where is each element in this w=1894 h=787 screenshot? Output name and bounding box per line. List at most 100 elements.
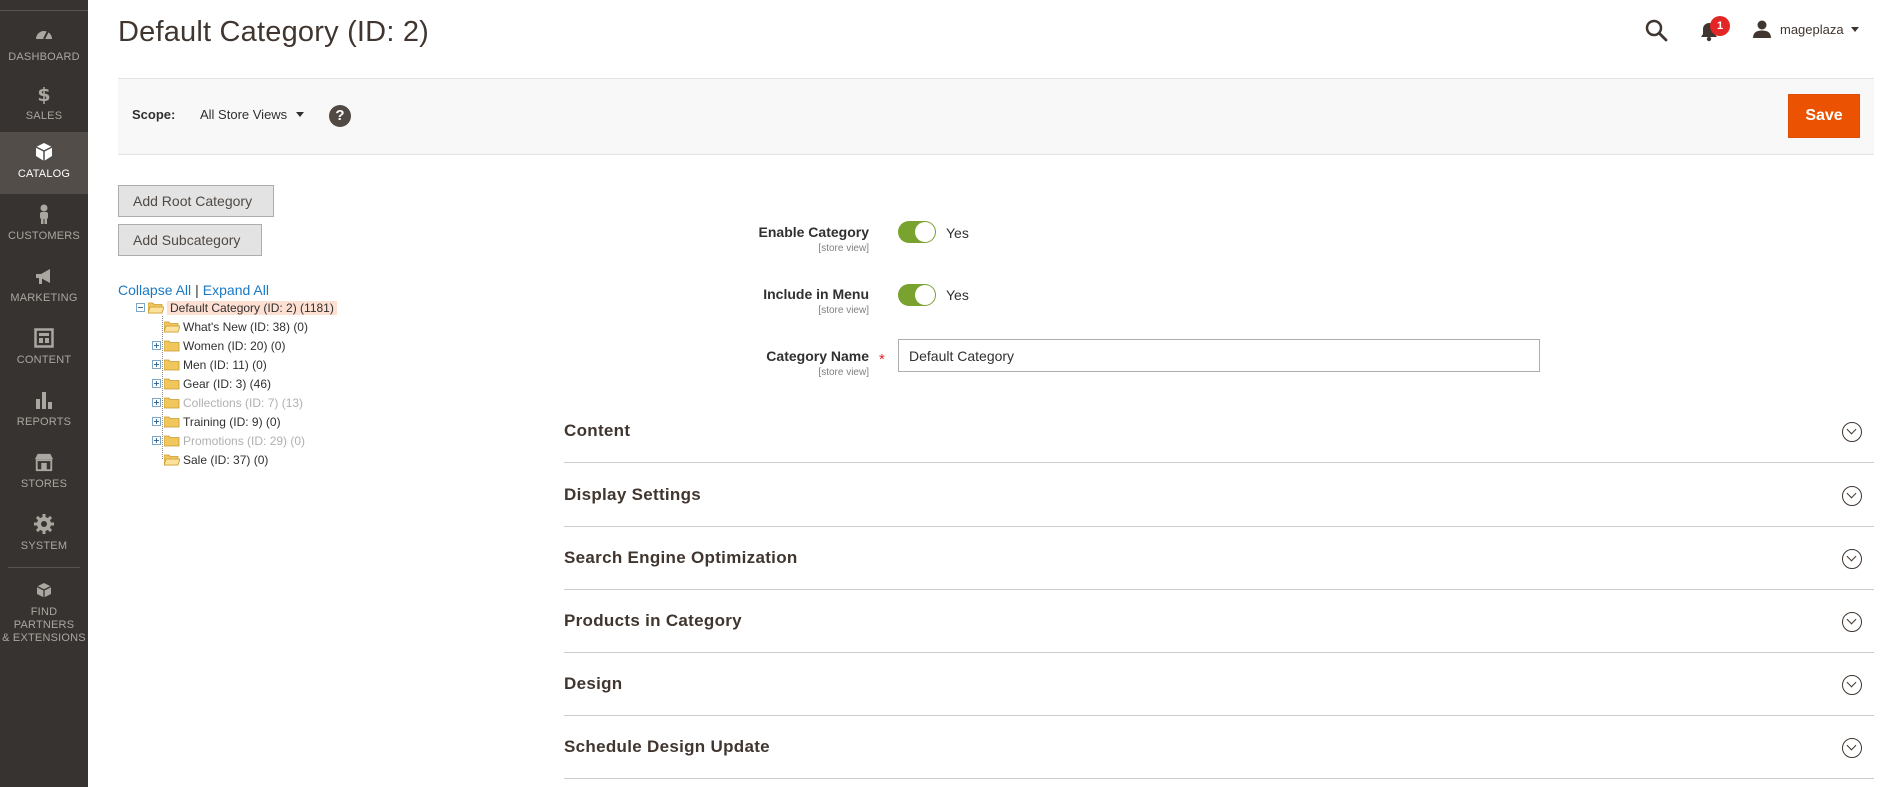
sidebar-item-stores[interactable]: STORES xyxy=(0,442,88,504)
tree-node-label: Men (ID: 11) (0) xyxy=(183,357,267,372)
sidebar-item-content[interactable]: CONTENT xyxy=(0,318,88,380)
tree-node-label: Gear (ID: 3) (46) xyxy=(183,376,272,391)
sidebar-item-label: SYSTEM xyxy=(20,540,68,552)
expand-toggle[interactable] xyxy=(152,379,161,388)
tree-node[interactable]: Training (ID: 9) (0) xyxy=(152,413,281,430)
sidebar-item-label: DASHBOARD xyxy=(8,51,80,63)
tree-node[interactable]: Men (ID: 11) (0) xyxy=(152,356,267,373)
bar-chart-icon xyxy=(36,392,52,409)
chevron-down-circle-icon[interactable] xyxy=(1842,422,1862,442)
chevron-down-circle-icon[interactable] xyxy=(1842,612,1862,632)
folder-icon xyxy=(164,378,180,389)
svg-text:$: $ xyxy=(37,84,50,104)
layout-icon xyxy=(34,328,54,348)
sidebar-item-label: STORES xyxy=(20,478,68,490)
add-root-category-button[interactable]: Add Root Category xyxy=(118,185,274,217)
enable-category-scope: [store view] xyxy=(818,243,869,254)
folder-icon xyxy=(164,340,180,351)
chevron-down-circle-icon[interactable] xyxy=(1842,675,1862,695)
scope-label: Scope: xyxy=(132,107,176,122)
sidebar-item-sales[interactable]: $ SALES xyxy=(0,74,88,136)
folder-open-icon xyxy=(164,454,180,465)
sidebar-item-label: MARKETING xyxy=(10,292,78,304)
category-tree: Default Category (ID: 2) (1181) What's N… xyxy=(136,299,396,469)
section-products-in-category[interactable]: Products in Category xyxy=(564,590,1874,653)
folder-icon xyxy=(164,416,180,427)
user-icon xyxy=(1753,20,1771,38)
section-display-settings[interactable]: Display Settings xyxy=(564,464,1874,527)
tree-node-label: Promotions (ID: 29) (0) xyxy=(183,433,306,448)
store-icon xyxy=(34,453,54,472)
sidebar-item-marketing[interactable]: MARKETING xyxy=(0,256,88,318)
tree-node[interactable]: What's New (ID: 38) (0) xyxy=(152,318,308,335)
enable-category-toggle[interactable] xyxy=(898,221,936,243)
help-icon[interactable]: ? xyxy=(329,105,351,127)
sidebar-divider xyxy=(8,567,80,568)
expand-all-link[interactable]: Expand All xyxy=(203,282,269,298)
folder-open-icon xyxy=(164,321,180,332)
sidebar-item-system[interactable]: SYSTEM xyxy=(0,504,88,566)
sidebar-item-catalog[interactable]: CATALOG xyxy=(0,132,88,194)
sidebar-item-find-partners[interactable]: FIND PARTNERS & EXTENSIONS xyxy=(0,572,88,644)
include-in-menu-toggle[interactable] xyxy=(898,284,936,306)
tree-node[interactable]: Promotions (ID: 29) (0) xyxy=(152,432,305,449)
save-button[interactable]: Save xyxy=(1788,94,1860,138)
person-icon xyxy=(40,204,48,224)
required-marker: * xyxy=(879,351,885,368)
collapse-all-link[interactable]: Collapse All xyxy=(118,282,191,298)
tree-node-root[interactable]: Default Category (ID: 2) (1181) xyxy=(136,299,337,316)
chevron-down-circle-icon[interactable] xyxy=(1842,738,1862,758)
section-design[interactable]: Design xyxy=(564,653,1874,716)
sidebar-item-label: CUSTOMERS xyxy=(8,230,80,242)
sidebar-item-label: SALES xyxy=(25,110,63,122)
tree-node[interactable]: Sale (ID: 37) (0) xyxy=(152,451,268,468)
expand-toggle[interactable] xyxy=(152,398,161,407)
tree-controls: Collapse All | Expand All xyxy=(118,282,269,298)
section-search-engine-optimization[interactable]: Search Engine Optimization xyxy=(564,527,1874,590)
chevron-down-circle-icon[interactable] xyxy=(1842,549,1862,569)
include-in-menu-label: Include in Menu xyxy=(763,286,869,302)
sidebar-item-label: CONTENT xyxy=(16,354,72,366)
megaphone-icon xyxy=(36,269,50,284)
box-icon xyxy=(35,143,53,161)
sidebar-item-label: CATALOG xyxy=(17,168,71,180)
admin-sidebar: DASHBOARD $ SALES CATALOG CUSTOMERS MARK… xyxy=(0,0,88,787)
scope-switcher[interactable]: All Store Views xyxy=(200,107,305,122)
section-content[interactable]: Content xyxy=(564,400,1874,463)
notification-badge[interactable]: 1 xyxy=(1710,16,1730,36)
expand-toggle[interactable] xyxy=(152,360,161,369)
tree-node[interactable]: Collections (ID: 7) (13) xyxy=(152,394,303,411)
expand-toggle[interactable] xyxy=(152,417,161,426)
expand-toggle[interactable] xyxy=(152,436,161,445)
username: mageplaza xyxy=(1780,21,1844,37)
add-subcategory-button[interactable]: Add Subcategory xyxy=(118,224,262,256)
chevron-down-circle-icon[interactable] xyxy=(1842,486,1862,506)
sidebar-item-label: FIND PARTNERS & EXTENSIONS xyxy=(2,606,86,644)
enable-category-value: Yes xyxy=(946,225,969,241)
collapse-toggle[interactable] xyxy=(136,303,145,312)
scope-bar: Scope: All Store Views ? xyxy=(118,78,1874,155)
category-name-scope: [store view] xyxy=(818,367,869,378)
expand-toggle[interactable] xyxy=(152,341,161,350)
gear-icon xyxy=(34,514,54,534)
sidebar-item-reports[interactable]: REPORTS xyxy=(0,380,88,442)
section-schedule-design-update[interactable]: Schedule Design Update xyxy=(564,716,1874,779)
category-name-input[interactable] xyxy=(898,339,1540,372)
search-icon[interactable] xyxy=(1644,18,1668,42)
folder-open-icon xyxy=(148,302,164,313)
chevron-down-icon xyxy=(1850,26,1859,32)
chevron-down-icon xyxy=(296,112,305,117)
include-in-menu-scope: [store view] xyxy=(818,305,869,316)
tree-controls-separator: | xyxy=(195,282,199,298)
include-in-menu-value: Yes xyxy=(946,287,969,303)
dashboard-icon xyxy=(36,30,52,40)
folder-icon xyxy=(164,435,180,446)
category-name-label: Category Name xyxy=(766,348,869,364)
tree-node[interactable]: Gear (ID: 3) (46) xyxy=(152,375,271,392)
section-title: Products in Category xyxy=(564,611,742,630)
tree-node[interactable]: Women (ID: 20) (0) xyxy=(152,337,285,354)
user-menu[interactable]: mageplaza xyxy=(1752,17,1859,41)
sidebar-item-customers[interactable]: CUSTOMERS xyxy=(0,194,88,256)
sidebar-item-dashboard[interactable]: DASHBOARD xyxy=(0,15,88,77)
folder-icon xyxy=(164,397,180,408)
